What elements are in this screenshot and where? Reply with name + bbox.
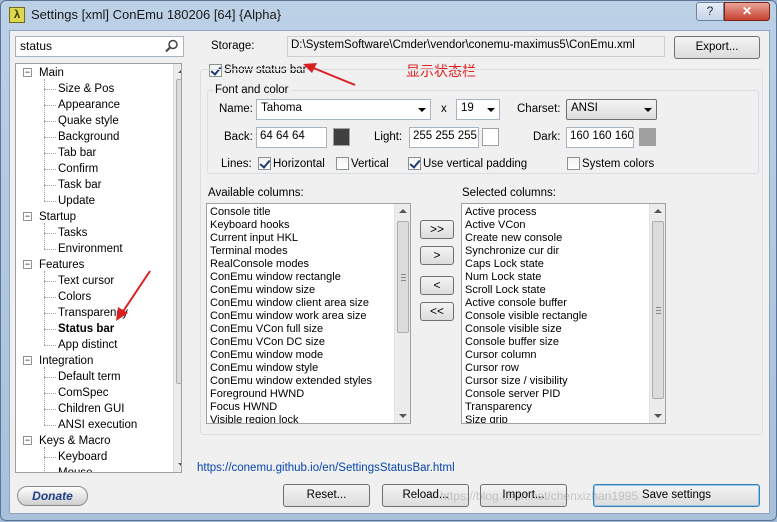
arrow-to-status-bar-checkbox-icon: [303, 63, 356, 86]
settings-window: λ Settings [xml] ConEmu 180206 [64] {Alp…: [0, 0, 777, 521]
annotation-arrows: [116, 63, 356, 321]
arrow-to-status-bar-tree-item-icon: [116, 270, 151, 321]
